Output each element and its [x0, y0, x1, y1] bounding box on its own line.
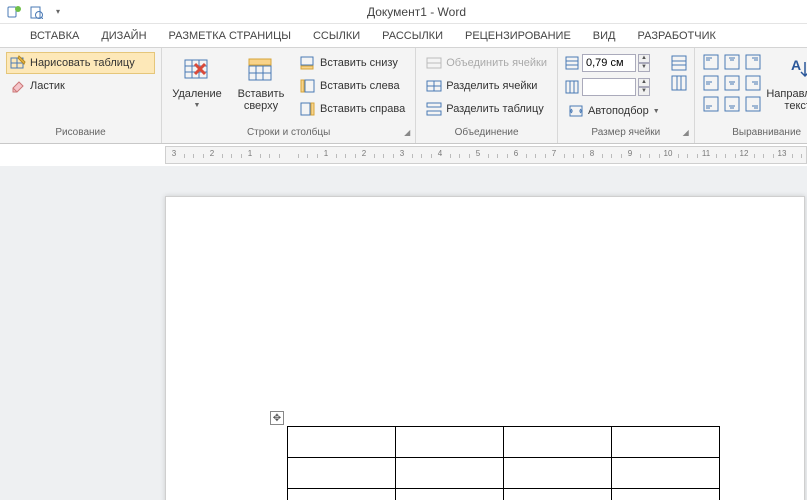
alignment-grid — [701, 52, 763, 114]
insert-left-icon — [300, 78, 316, 94]
chevron-down-icon: ▼ — [194, 102, 201, 109]
table-move-handle-icon[interactable]: ✥ — [270, 411, 284, 425]
insert-right-label: Вставить справа — [320, 103, 405, 115]
align-top-center[interactable] — [722, 52, 742, 72]
dialog-launcher-icon[interactable]: ◢ — [402, 128, 412, 138]
group-draw: Нарисовать таблицу Ластик Рисование — [0, 48, 162, 143]
align-mid-center[interactable] — [722, 73, 742, 93]
dialog-launcher-icon[interactable]: ◢ — [681, 128, 691, 138]
tab-developer[interactable]: РАЗРАБОТЧИК — [628, 26, 726, 47]
merge-cells-label: Объединить ячейки — [446, 57, 547, 69]
delete-button[interactable]: Удаление ▼ — [168, 52, 226, 124]
group-cell-size: ▲▼ ▲▼ Автоподбор ▼ Размер ячейки — [558, 48, 695, 143]
insert-above-icon — [245, 54, 277, 86]
align-mid-right[interactable] — [743, 73, 763, 93]
merge-cells-button[interactable]: Объединить ячейки — [422, 52, 551, 74]
col-width-icon — [564, 79, 580, 95]
tab-layout[interactable]: РАЗМЕТКА СТРАНИЦЫ — [159, 26, 301, 47]
distribute-cols-icon[interactable] — [670, 74, 688, 92]
tab-review[interactable]: РЕЦЕНЗИРОВАНИЕ — [455, 26, 581, 47]
insert-above-button[interactable]: Вставить сверху — [232, 52, 290, 124]
draw-table-button[interactable]: Нарисовать таблицу — [6, 52, 155, 74]
autofit-icon — [568, 103, 584, 119]
eraser-button[interactable]: Ластик — [6, 75, 155, 97]
insert-below-icon — [300, 55, 316, 71]
draw-table-label: Нарисовать таблицу — [30, 57, 135, 69]
distribute-rows-icon[interactable] — [670, 54, 688, 72]
width-spinner[interactable]: ▲▼ — [638, 78, 650, 96]
quick-access-toolbar: ▾ — [0, 4, 66, 20]
insert-above-label: Вставить сверху — [238, 88, 285, 112]
qat-customize-icon[interactable]: ▾ — [50, 4, 66, 20]
group-rows-cols-label: Строки и столбцы ◢ — [162, 127, 415, 143]
tab-insert[interactable]: ВСТАВКА — [20, 26, 89, 47]
group-rows-cols: Удаление ▼ Вставить сверху Вставить сниз… — [162, 48, 416, 143]
draw-table-icon — [10, 55, 26, 71]
split-table-button[interactable]: Разделить таблицу — [422, 98, 551, 120]
eraser-icon — [10, 78, 26, 94]
split-table-icon — [426, 101, 442, 117]
insert-right-button[interactable]: Вставить справа — [296, 98, 409, 120]
split-table-label: Разделить таблицу — [446, 103, 544, 115]
insert-below-label: Вставить снизу — [320, 57, 398, 69]
autofit-label: Автоподбор — [588, 105, 649, 117]
svg-text:A: A — [791, 57, 801, 73]
window-title: Документ1 - Word — [66, 5, 767, 19]
text-direction-label: Направление текста — [766, 88, 807, 112]
eraser-label: Ластик — [30, 80, 65, 92]
text-direction-button[interactable]: A Направление текста — [769, 52, 807, 124]
insert-left-button[interactable]: Вставить слева — [296, 75, 409, 97]
align-bot-right[interactable] — [743, 94, 763, 114]
touch-mode-icon[interactable] — [6, 4, 22, 20]
chevron-down-icon: ▼ — [653, 108, 660, 115]
group-alignment-label: Выравнивание — [695, 127, 807, 143]
tab-view[interactable]: ВИД — [583, 26, 626, 47]
col-width-input[interactable] — [582, 78, 636, 96]
insert-below-button[interactable]: Вставить снизу — [296, 52, 409, 74]
document-table[interactable] — [287, 426, 720, 500]
tab-mailings[interactable]: РАССЫЛКИ — [372, 26, 453, 47]
tab-references[interactable]: ССЫЛКИ — [303, 26, 370, 47]
ribbon-tabs: ВСТАВКА ДИЗАЙН РАЗМЕТКА СТРАНИЦЫ ССЫЛКИ … — [0, 24, 807, 48]
autofit-button[interactable]: Автоподбор ▼ — [564, 100, 664, 122]
delete-label: Удаление — [172, 88, 222, 100]
split-cells-icon — [426, 78, 442, 94]
merge-cells-icon — [426, 55, 442, 71]
group-cell-size-label: Размер ячейки ◢ — [558, 127, 694, 143]
title-bar: ▾ Документ1 - Word — [0, 0, 807, 24]
split-cells-label: Разделить ячейки — [446, 80, 537, 92]
group-alignment: A Направление текста Выравнивание — [695, 48, 807, 143]
horizontal-ruler[interactable]: 32112345678910111213 — [165, 146, 807, 164]
group-merge: Объединить ячейки Разделить ячейки Разде… — [416, 48, 558, 143]
split-cells-button[interactable]: Разделить ячейки — [422, 75, 551, 97]
group-merge-label: Объединение — [416, 127, 557, 143]
align-bot-left[interactable] — [701, 94, 721, 114]
row-height-input[interactable] — [582, 54, 636, 72]
document-workspace: ✥ — [0, 166, 807, 500]
align-top-right[interactable] — [743, 52, 763, 72]
align-bot-center[interactable] — [722, 94, 742, 114]
align-top-left[interactable] — [701, 52, 721, 72]
ruler-area: 32112345678910111213 — [0, 144, 807, 166]
print-preview-icon[interactable] — [28, 4, 44, 20]
group-draw-label: Рисование — [0, 127, 161, 143]
align-mid-left[interactable] — [701, 73, 721, 93]
insert-left-label: Вставить слева — [320, 80, 400, 92]
height-spinner[interactable]: ▲▼ — [638, 54, 650, 72]
insert-right-icon — [300, 101, 316, 117]
text-direction-icon: A — [785, 54, 807, 86]
ribbon: Нарисовать таблицу Ластик Рисование Удал… — [0, 48, 807, 144]
row-height-icon — [564, 55, 580, 71]
tab-design[interactable]: ДИЗАЙН — [91, 26, 156, 47]
delete-icon — [181, 54, 213, 86]
